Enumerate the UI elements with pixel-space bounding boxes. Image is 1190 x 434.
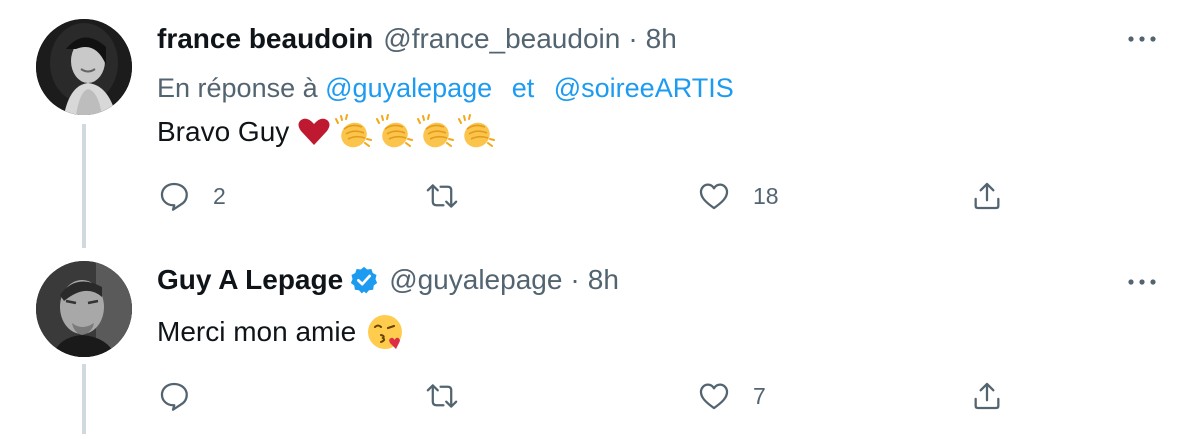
tweet-text-content: Merci mon amie <box>157 316 357 347</box>
like-count: 18 <box>753 182 779 209</box>
more-horizontal-icon <box>1128 36 1156 42</box>
verified-badge-icon <box>349 265 379 295</box>
thread-connector-line <box>82 364 86 434</box>
share-icon <box>974 182 1000 210</box>
clapping-hands-emoji <box>334 113 373 151</box>
conversation-thread: france beaudoin @france_beaudoin · 8h En… <box>0 0 1190 434</box>
more-options-button[interactable] <box>1122 19 1162 59</box>
timestamp[interactable]: 8h <box>588 260 619 300</box>
clapping-hands-emoji <box>457 113 496 151</box>
reply-button[interactable]: 2 <box>157 176 226 216</box>
share-button[interactable] <box>970 176 1004 216</box>
share-button[interactable] <box>970 376 1004 416</box>
replying-to-line: En réponse à @guyalepage et @soireeARTIS <box>157 68 734 108</box>
separator-dot: · <box>628 23 638 54</box>
like-icon <box>699 183 729 210</box>
avatar[interactable] <box>36 19 132 115</box>
username-handle[interactable]: @france_beaudoin <box>383 19 620 59</box>
display-name[interactable]: Guy A Lepage <box>157 260 343 300</box>
reply-icon <box>160 382 188 411</box>
replying-to-label: En réponse à <box>157 73 318 103</box>
separator-dot: · <box>570 264 580 295</box>
reply-icon <box>160 182 188 211</box>
mention-joiner: et <box>511 73 535 103</box>
tweet-text: Merci mon amie <box>157 310 404 354</box>
tweet-text: Bravo Guy <box>157 110 496 154</box>
tweet[interactable]: Guy A Lepage @guyalepage · 8h Merci mon … <box>0 248 1190 434</box>
thread-connector-line <box>82 124 86 248</box>
mention-link[interactable]: @guyalepage <box>325 73 492 103</box>
reply-count: 2 <box>213 182 226 209</box>
more-options-button[interactable] <box>1122 262 1162 302</box>
red-heart-emoji <box>297 115 331 149</box>
avatar-image <box>36 19 132 115</box>
like-icon <box>699 383 729 410</box>
tweet-header: france beaudoin @france_beaudoin · 8h <box>157 19 677 59</box>
face-blowing-a-kiss-emoji <box>366 313 404 351</box>
display-name[interactable]: france beaudoin <box>157 19 373 59</box>
username-handle[interactable]: @guyalepage <box>389 260 562 300</box>
avatar[interactable] <box>36 261 132 357</box>
timestamp[interactable]: 8h <box>646 19 677 59</box>
tweet-actions: 7 <box>157 376 1037 416</box>
reply-button[interactable] <box>157 376 213 416</box>
tweet-text-content: Bravo Guy <box>157 116 290 147</box>
share-icon <box>974 382 1000 410</box>
mention-link[interactable]: @soireeARTIS <box>554 73 734 103</box>
more-horizontal-icon <box>1128 279 1156 285</box>
like-button[interactable]: 18 <box>697 176 779 216</box>
tweet-actions: 2 18 <box>157 176 1037 216</box>
clapping-hands-emoji <box>375 113 414 151</box>
retweet-icon <box>426 384 458 408</box>
clapping-hands-emoji <box>416 113 455 151</box>
tweet[interactable]: france beaudoin @france_beaudoin · 8h En… <box>0 0 1190 248</box>
retweet-button[interactable] <box>425 176 481 216</box>
like-button[interactable]: 7 <box>697 376 766 416</box>
avatar-image <box>36 261 132 357</box>
tweet-header: Guy A Lepage @guyalepage · 8h <box>157 260 619 300</box>
retweet-button[interactable] <box>425 376 481 416</box>
retweet-icon <box>426 184 458 208</box>
like-count: 7 <box>753 382 766 409</box>
